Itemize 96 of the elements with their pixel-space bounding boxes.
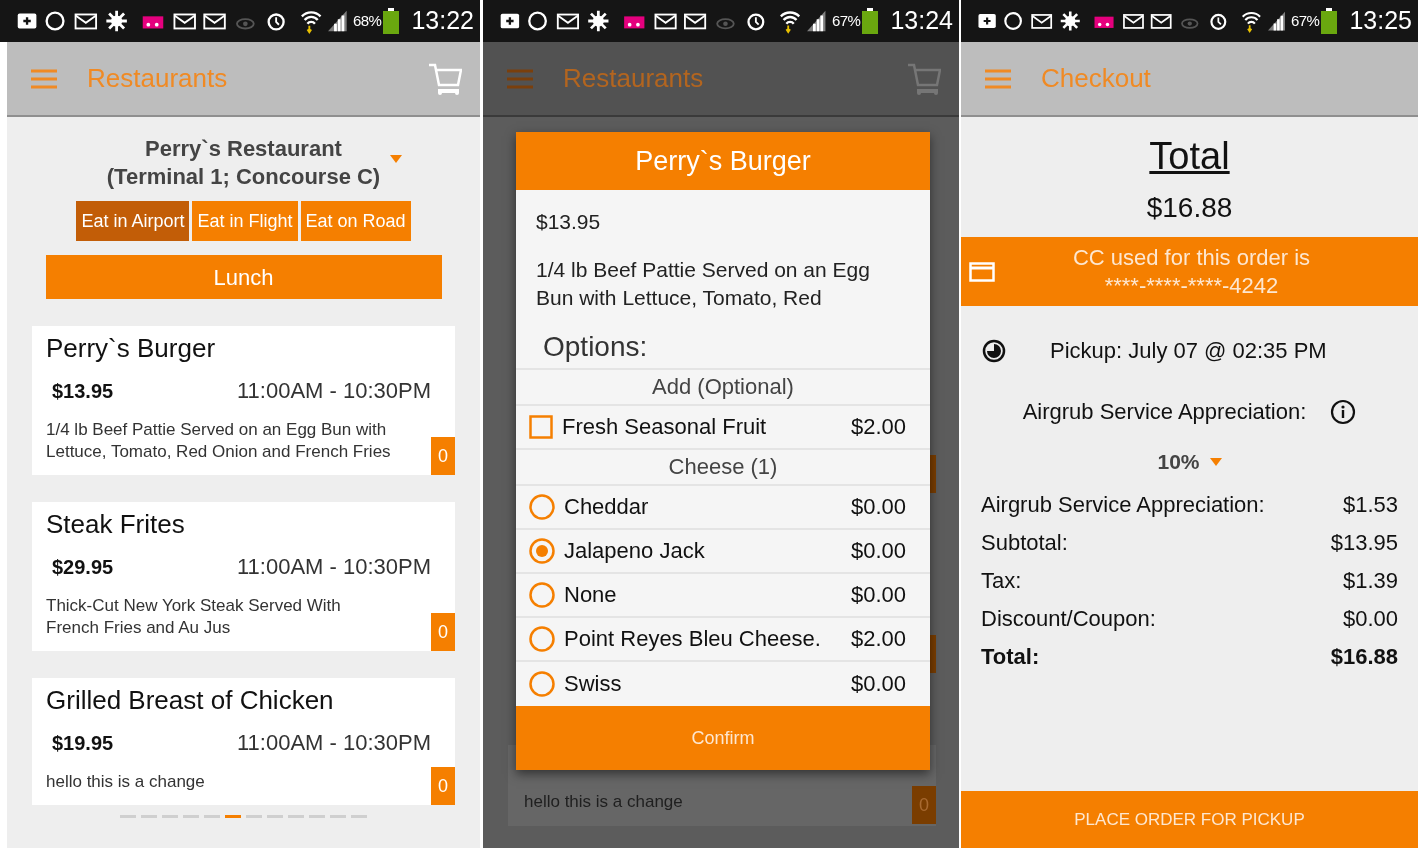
cart-icon xyxy=(907,61,941,96)
signal-icon xyxy=(807,10,826,32)
option-name: Jalapeno Jack xyxy=(564,537,706,565)
dropdown-caret-icon xyxy=(390,155,403,163)
item-description: Thick-Cut New York Steak Served With French Fries and Au Jus xyxy=(46,595,342,639)
option-name: None xyxy=(564,581,618,609)
radio-button[interactable] xyxy=(529,537,555,564)
clock-time: 13:25 xyxy=(1349,5,1412,37)
total-amount: $16.88 xyxy=(1146,191,1233,225)
radio-button[interactable] xyxy=(529,625,555,652)
summary-value: $1.53 xyxy=(1342,491,1398,519)
option-name: Fresh Seasonal Fruit xyxy=(562,413,768,441)
item-hours: 11:00AM - 10:30PM xyxy=(236,729,431,757)
radio-button[interactable] xyxy=(529,670,555,697)
item-description: 1/4 lb Beef Pattie Served on an Egg Bun with Lettuce, Tomato, Red Onion and French Fries xyxy=(46,419,392,463)
item-description: hello this is a change xyxy=(524,790,683,813)
option-price: $0.00 xyxy=(850,581,906,609)
count-badge[interactable] xyxy=(930,635,936,673)
card-number: ****-****-****-4242 xyxy=(1104,271,1279,300)
restaurant-name[interactable]: Perry`s Restaurant xyxy=(145,135,342,163)
menu-icon xyxy=(507,68,533,89)
summary-label: Total: xyxy=(981,643,1040,671)
item-hours: 11:00AM - 10:30PM xyxy=(236,377,431,405)
clock-icon xyxy=(982,338,1006,363)
checkbox[interactable] xyxy=(529,414,553,439)
meal-tab[interactable]: Eat in Airport xyxy=(76,201,190,241)
battery-percent: 67% xyxy=(831,10,861,31)
summary-value: $1.39 xyxy=(1342,567,1398,595)
screen-title: Restaurants xyxy=(563,62,704,95)
count-badge[interactable] xyxy=(930,455,936,493)
option-name: Cheddar xyxy=(564,493,650,521)
total-heading: Total xyxy=(1149,134,1230,179)
item-description: 1/4 lb Beef Pattie Served on an Egg Bun with Lettuce, Tomato, Red xyxy=(536,256,870,311)
item-name: Perry`s Burger xyxy=(46,332,217,364)
options-heading: Options: xyxy=(543,329,649,364)
option-row[interactable]: None $0.00 xyxy=(516,573,930,618)
dialog-title: Perry`s Burger xyxy=(516,132,930,190)
page-indicator[interactable] xyxy=(225,815,241,818)
battery-percent: 68% xyxy=(352,10,382,31)
item-name: Grilled Breast of Chicken xyxy=(46,684,335,716)
summary-label: Subtotal: xyxy=(981,529,1068,557)
option-group-heading: Cheese (1) xyxy=(516,449,930,486)
option-row[interactable]: Point Reyes Bleu Cheese. $2.00 xyxy=(516,617,930,662)
signal-icon xyxy=(328,10,347,32)
menu-item-card[interactable]: Perry`s Burger $13.95 11:00AM - 10:30PM 1/4 lb Beef Pattie Served on an Egg Bun with Lettuce, Tomato, Red Onion and French Fries 0 xyxy=(32,326,455,475)
appreciation-label: Airgrub Service Appreciation: xyxy=(1022,398,1307,426)
summary-label: Tax: xyxy=(981,567,1022,595)
item-name: Steak Frites xyxy=(46,508,186,540)
wifi-icon xyxy=(779,8,802,34)
item-price: $29.95 xyxy=(52,554,114,580)
summary-label: Airgrub Service Appreciation: xyxy=(981,491,1265,519)
signal-icon xyxy=(1267,10,1285,32)
menu-icon xyxy=(985,68,1011,89)
battery-icon xyxy=(862,8,879,34)
tip-percent-dropdown[interactable]: 10% xyxy=(1157,446,1222,478)
option-price: $2.00 xyxy=(850,625,906,653)
screen-title: Checkout xyxy=(1041,62,1151,95)
clock-time: 13:22 xyxy=(411,5,474,37)
battery-icon xyxy=(1321,8,1338,34)
card-notice-text: CC used for this order is xyxy=(1072,243,1311,272)
pickup-time: Pickup: July 07 @ 02:35 PM xyxy=(1050,337,1327,365)
option-group-heading: Add (Optional) xyxy=(516,369,930,406)
option-name: Point Reyes Bleu Cheese. xyxy=(564,625,822,653)
summary-label: Discount/Coupon: xyxy=(981,605,1156,633)
info-icon xyxy=(1330,398,1357,425)
wifi-icon xyxy=(299,8,323,34)
screen-title: Restaurants xyxy=(87,62,228,95)
radio-button[interactable] xyxy=(529,493,555,520)
battery-icon xyxy=(383,8,400,34)
option-name: Swiss xyxy=(564,670,623,698)
option-price: $0.00 xyxy=(850,493,906,521)
option-row[interactable]: Fresh Seasonal Fruit $2.00 xyxy=(516,405,930,450)
cart-icon xyxy=(428,61,462,96)
option-row[interactable]: Swiss $0.00 xyxy=(516,661,930,706)
option-price: $2.00 xyxy=(850,413,906,441)
menu-item-card[interactable]: Grilled Breast of Chicken $19.95 11:00AM - 10:30PM hello this is a change 0 xyxy=(32,678,455,805)
credit-card-icon xyxy=(969,261,995,282)
summary-value: $13.95 xyxy=(1330,529,1398,557)
menu-icon xyxy=(31,68,57,89)
dropdown-caret-icon xyxy=(1209,457,1222,466)
radio-button[interactable] xyxy=(529,581,555,608)
clock-time: 13:24 xyxy=(890,5,953,37)
item-price: $13.95 xyxy=(52,378,114,404)
restaurant-location[interactable]: (Terminal 1; Concourse C) xyxy=(106,163,381,191)
item-price: $13.95 xyxy=(536,209,602,235)
option-row[interactable]: Cheddar $0.00 xyxy=(516,485,930,530)
item-price: $19.95 xyxy=(52,730,114,756)
summary-value: $16.88 xyxy=(1330,643,1398,671)
menu-item-card[interactable]: Steak Frites $29.95 11:00AM - 10:30PM Thick-Cut New York Steak Served With French Fries and Au Jus 0 xyxy=(32,502,455,651)
battery-percent: 67% xyxy=(1290,10,1320,31)
item-hours: 11:00AM - 10:30PM xyxy=(236,553,431,581)
option-row[interactable]: Jalapeno Jack $0.00 xyxy=(516,529,930,574)
summary-value: $0.00 xyxy=(1342,605,1398,633)
option-price: $0.00 xyxy=(850,670,906,698)
item-description: hello this is a change xyxy=(46,771,206,793)
option-price: $0.00 xyxy=(850,537,906,565)
